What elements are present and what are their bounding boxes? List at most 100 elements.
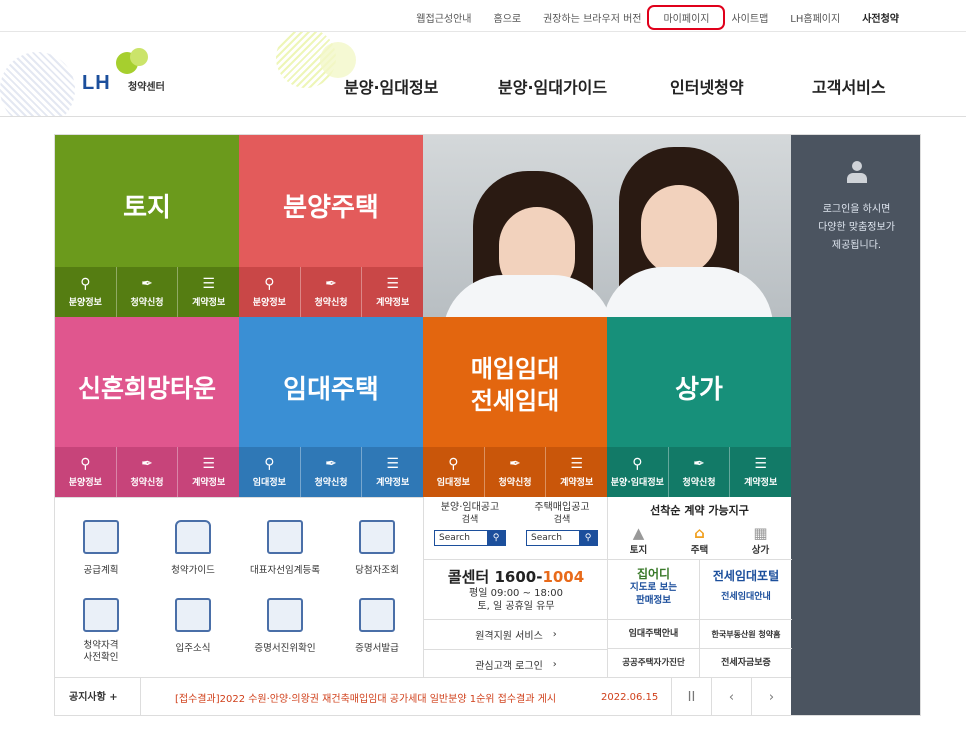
jibeodi-sub: 판매정보 (636, 595, 671, 606)
sub-label: 청약신청 (314, 478, 348, 488)
certificate-issue-link[interactable]: 증명서발급 (331, 598, 423, 654)
sub-label: 임대정보 (252, 478, 286, 488)
first-come-store[interactable]: ▦ 상가 (752, 524, 769, 556)
pen-icon: ✒ (693, 456, 705, 472)
chevron-right-icon: › (768, 690, 775, 705)
accessibility-link[interactable]: 웹접근성안내 (405, 10, 482, 25)
sitemap-link[interactable]: 사이트맵 (720, 10, 779, 25)
tile-store[interactable]: 상가 ⚲ 분양·임대정보 ✒ 청약신청 ☰ 계약정보 (607, 317, 791, 497)
certificate-verify-link[interactable]: 증명서진위확인 (239, 598, 331, 654)
representative-register-link[interactable]: 대표자선임계등록 (239, 520, 331, 576)
nav-internet-apply[interactable]: 인터넷청약 (670, 74, 744, 98)
sub-label: 계약정보 (376, 478, 410, 488)
tile-newlywed-town[interactable]: 신혼희망타운 ⚲ 분양정보 ✒ 청약신청 ☰ 계약정보 (55, 317, 239, 497)
winner-lookup-link[interactable]: 당첨자조회 (331, 520, 423, 576)
rental-contract[interactable]: ☰ 계약정보 (362, 447, 423, 497)
store-contract[interactable]: ☰ 계약정보 (730, 447, 791, 497)
checklist-icon: ☰ (386, 276, 399, 292)
first-come-land[interactable]: ▲ 토지 (630, 524, 647, 556)
rental-apply[interactable]: ✒ 청약신청 (301, 447, 363, 497)
land-contract[interactable]: ☰ 계약정보 (178, 267, 239, 317)
sale-contract[interactable]: ☰ 계약정보 (362, 267, 423, 317)
eligibility-check-link[interactable]: 청약자격 사전확인 (55, 598, 147, 664)
move-in-news-link[interactable]: 입주소식 (147, 598, 239, 654)
service-label: 증명서발급 (355, 643, 399, 654)
pause-button[interactable]: II (671, 677, 711, 715)
rental-guide-label: 임대주택안내 (628, 629, 679, 639)
sale-apply[interactable]: ✒ 청약신청 (301, 267, 363, 317)
applyhome-label: 한국부동산원 청약홈 (711, 630, 781, 639)
supply-plan-link[interactable]: 공급계획 (55, 520, 147, 576)
newlywed-apply[interactable]: ✒ 청약신청 (117, 447, 179, 497)
purchase-contract[interactable]: ☰ 계약정보 (546, 447, 607, 497)
nav-customer-service[interactable]: 고객서비스 (812, 74, 886, 98)
purchase-notice-search-button[interactable]: Search ⚲ (526, 530, 598, 546)
service-label: 증명서진위확인 (254, 643, 316, 654)
sale-info[interactable]: ⚲ 분양정보 (239, 267, 301, 317)
login-sidebar[interactable]: 로그인을 하시면 다양한 맞춤정보가 제공됩니다. (791, 135, 920, 715)
newlywed-contract[interactable]: ☰ 계약정보 (178, 447, 239, 497)
chevron-left-icon: ‹ (728, 690, 735, 705)
service-label: 대표자선임계등록 (250, 565, 320, 576)
first-come-label: 토지 (629, 545, 648, 556)
hf-guarantee-banner[interactable]: 전세자금보증 (700, 648, 792, 677)
land-sale-info[interactable]: ⚲ 분양정보 (55, 267, 117, 317)
land-apply[interactable]: ✒ 청약신청 (117, 267, 179, 317)
tile-land[interactable]: 토지 ⚲ 분양정보 ✒ 청약신청 ☰ 계약정보 (55, 135, 239, 317)
tile-title-line1: 매입임대 (470, 355, 560, 383)
nav-info[interactable]: 분양·임대정보 (344, 74, 438, 98)
sub-label: 임대정보 (436, 478, 470, 488)
notice-label[interactable]: 공지사항 + (55, 677, 141, 715)
store-apply[interactable]: ✒ 청약신청 (669, 447, 731, 497)
purchase-info[interactable]: ⚲ 임대정보 (423, 447, 485, 497)
service-label: 청약가이드 (171, 565, 215, 576)
purchase-apply[interactable]: ✒ 청약신청 (485, 447, 547, 497)
jibeodi-banner[interactable]: 집어디 지도로 보는 판매정보 (608, 559, 700, 619)
nav-guide[interactable]: 분양·임대가이드 (498, 74, 607, 98)
rental-info[interactable]: ⚲ 임대정보 (239, 447, 301, 497)
mypage-link[interactable]: 마이페이지 (647, 5, 726, 30)
notice-text[interactable]: [접수결과]2022 수원·안양·의왕권 재건축매입임대 공가세대 일반분양 1… (141, 690, 601, 705)
checklist-icon: ☰ (202, 276, 215, 292)
lh-home-link[interactable]: LH홈페이지 (779, 10, 851, 25)
interest-login-link[interactable]: 관심고객 로그인 › (424, 649, 608, 679)
tile-title: 상가 (675, 375, 723, 405)
prev-button[interactable]: ‹ (711, 677, 751, 715)
first-come-column: 선착순 계약 가능지구 ▲ 토지 ⌂ 주택 ▦ 상가 집어디 지도로 보는 판매정보 … (607, 497, 792, 677)
tile-purchase-lease[interactable]: 매입임대 전세임대 ⚲ 임대정보 ✒ 청약신청 ☰ 계약정보 (423, 317, 607, 497)
tile-rental-housing[interactable]: 임대주택 ⚲ 임대정보 ✒ 청약신청 ☰ 계약정보 (239, 317, 423, 497)
rental-guide-banner[interactable]: 임대주택안내 (608, 619, 700, 648)
guide-link[interactable]: 청약가이드 (147, 520, 239, 576)
newlywed-info[interactable]: ⚲ 분양정보 (55, 447, 117, 497)
chevron-right-icon: › (552, 659, 557, 670)
top-utility-bar: 웹접근성안내 홈으로 권장하는 브라우저 버전 마이페이지 사이트맵 LH홈페이… (0, 0, 966, 32)
jibeodi-sub: 지도로 보는 (629, 582, 677, 593)
first-come-house[interactable]: ⌂ 주택 (691, 524, 708, 556)
tile-sale-housing[interactable]: 분양주택 ⚲ 분양정보 ✒ 청약신청 ☰ 계약정보 (239, 135, 423, 317)
search-icon: ⚲ (448, 456, 459, 472)
plus-icon: + (109, 691, 118, 703)
home-link[interactable]: 홈으로 (483, 10, 533, 25)
sub-label: 청약신청 (314, 298, 348, 308)
browser-link[interactable]: 권장하는 브라우저 버전 (532, 10, 652, 25)
search-subtitle: 검색 (553, 515, 571, 525)
pre-subscription-link[interactable]: 사전청약 (851, 10, 910, 25)
sub-label: 분양정보 (68, 478, 102, 488)
applyhome-banner[interactable]: 한국부동산원 청약홈 (700, 619, 792, 648)
remote-support-link[interactable]: 원격지원 서비스 › (424, 619, 608, 649)
jeonse-portal-banner[interactable]: 전세임대포털 전세임대안내 (700, 559, 792, 619)
self-diagnosis-banner[interactable]: 공공주택자가진단 (608, 648, 700, 677)
document-icon (267, 520, 303, 554)
call-closed: 토, 일 공휴일 유무 (477, 601, 555, 612)
checklist-icon: ☰ (754, 456, 767, 472)
store-info[interactable]: ⚲ 분양·임대정보 (607, 447, 669, 497)
sub-label: 청약신청 (130, 478, 164, 488)
search-label: Search (531, 532, 562, 543)
sale-notice-search-button[interactable]: Search ⚲ (434, 530, 506, 546)
main-panel: 토지 ⚲ 분양정보 ✒ 청약신청 ☰ 계약정보 분양주택 ⚲ 분양정보 ✒ 청약신청 ☰ 계… (54, 134, 921, 716)
call-hours: 평일 09:00 ~ 18:00 (469, 588, 563, 599)
lh-logo[interactable]: LH 청약센터 (82, 46, 192, 96)
next-button[interactable]: › (751, 677, 791, 715)
pause-icon: II (687, 690, 696, 705)
notice-date: 2022.06.15 (601, 692, 659, 703)
